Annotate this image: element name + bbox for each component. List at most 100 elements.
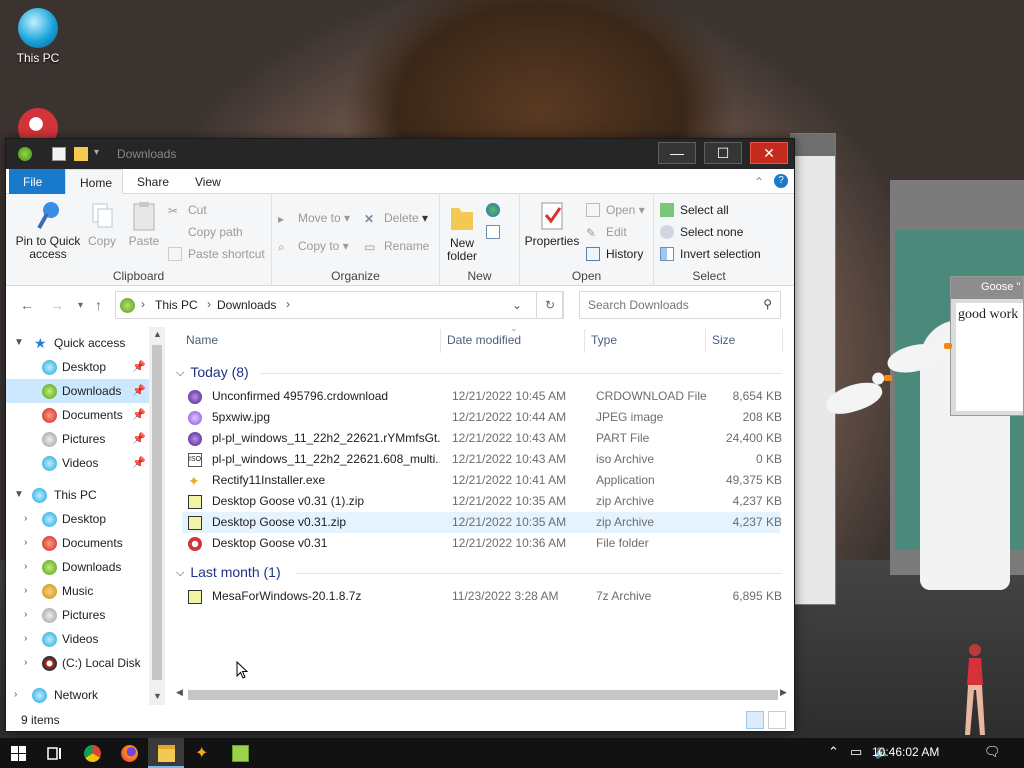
nav-pc-downloads[interactable]: › Downloads xyxy=(6,555,151,579)
new-item-button[interactable] xyxy=(486,202,512,220)
tab-home[interactable]: Home xyxy=(65,169,123,194)
taskbar-firefox[interactable] xyxy=(111,738,147,768)
edit-button[interactable]: ✎ Edit xyxy=(586,224,627,242)
column-separator[interactable] xyxy=(440,329,441,353)
nav-pc-pictures[interactable]: › Pictures xyxy=(6,603,151,627)
column-size[interactable]: Size xyxy=(712,333,735,353)
copy-path-button[interactable]: Copy path xyxy=(168,224,243,242)
nav-quick-downloads[interactable]: Downloads 📌 xyxy=(6,379,151,403)
breadcrumb-downloads[interactable]: Downloads xyxy=(217,298,276,312)
file-row[interactable]: Desktop Goose v0.31 (1).zip 12/21/2022 1… xyxy=(182,491,782,512)
group-header-today[interactable]: ⌵ Today (8) xyxy=(176,363,249,383)
pin-to-quick-access-button[interactable]: Pin to Quick access xyxy=(12,200,84,261)
forward-button[interactable]: → xyxy=(50,297,64,313)
file-row[interactable]: ✦ Rectify11Installer.exe 12/21/2022 10:4… xyxy=(182,470,782,491)
notifications-icon[interactable]: 🗨 xyxy=(984,744,1001,760)
address-dropdown-icon[interactable]: ⌄ xyxy=(512,298,522,312)
file-row[interactable]: pl-pl_windows_11_22h2_22621.rYMmfsGt... … xyxy=(182,428,782,449)
desktop-mate-figure[interactable] xyxy=(955,640,995,740)
address-bar[interactable]: › This PC › Downloads › ⌄ xyxy=(115,291,563,319)
rename-button[interactable]: ▭ Rename xyxy=(364,238,429,256)
nav-quick-documents[interactable]: Documents 📌 xyxy=(6,403,151,427)
properties-icon[interactable] xyxy=(52,147,66,161)
cut-button[interactable]: ✂ Cut xyxy=(168,202,207,220)
chevron-down-icon[interactable]: ▾ xyxy=(94,147,108,161)
taskbar-rectify-installer[interactable]: ✦ xyxy=(185,738,221,768)
collapse-ribbon-icon[interactable]: ⌃ xyxy=(754,175,764,189)
nav-pc-documents[interactable]: › Documents xyxy=(6,531,151,555)
copy-button[interactable]: Copy xyxy=(86,200,118,248)
open-button[interactable]: Open ▾ xyxy=(586,202,645,220)
large-icons-view-button[interactable] xyxy=(768,711,786,729)
help-icon[interactable]: ? xyxy=(774,174,788,188)
nav-pc-local-disk[interactable]: › (C:) Local Disk xyxy=(6,651,151,675)
nav-quick-desktop[interactable]: Desktop 📌 xyxy=(6,355,151,379)
back-button[interactable]: ← xyxy=(20,297,34,313)
taskbar-chrome[interactable] xyxy=(74,738,110,768)
nav-scrollbar-thumb[interactable] xyxy=(152,345,162,680)
details-view-button[interactable] xyxy=(746,711,764,729)
nav-quick-access[interactable]: ▼ ★ Quick access xyxy=(6,331,151,355)
column-separator[interactable] xyxy=(782,329,783,353)
history-button[interactable]: History xyxy=(586,246,643,264)
up-button[interactable]: ↑ xyxy=(95,297,102,313)
tab-view[interactable]: View xyxy=(181,169,235,194)
column-date-modified[interactable]: Date modified xyxy=(447,333,521,353)
horizontal-scrollbar[interactable]: ◀ ▶ xyxy=(176,687,788,703)
file-row[interactable]: MesaForWindows-20.1.8.7z 11/23/2022 3:28… xyxy=(182,586,782,607)
file-row[interactable]: 5pxwiw.jpg 12/21/2022 10:44 AM JPEG imag… xyxy=(182,407,782,428)
nav-quick-videos[interactable]: Videos 📌 xyxy=(6,451,151,475)
file-row[interactable]: Desktop Goose v0.31.zip 12/21/2022 10:35… xyxy=(182,512,782,533)
move-to-button[interactable]: ▸ Move to ▾ xyxy=(278,210,350,228)
taskbar-notepad[interactable] xyxy=(222,738,258,768)
group-header-last-month[interactable]: ⌵ Last month (1) xyxy=(176,563,281,583)
paste-button[interactable]: Paste xyxy=(126,200,162,248)
refresh-button[interactable]: ↻ xyxy=(536,291,564,319)
tab-share[interactable]: Share xyxy=(123,169,183,194)
title-bar[interactable]: ▾ Downloads — ☐ ✕ xyxy=(6,139,794,169)
nav-pc-desktop[interactable]: › Desktop xyxy=(6,507,151,531)
task-view-button[interactable] xyxy=(36,738,72,768)
paste-shortcut-button[interactable]: Paste shortcut xyxy=(168,246,265,264)
tab-file[interactable]: File xyxy=(9,169,65,194)
copy-to-button[interactable]: ⌕ Copy to ▾ xyxy=(278,238,349,256)
show-hidden-icons-icon[interactable]: ⌃ xyxy=(828,744,839,760)
start-button[interactable] xyxy=(0,738,36,768)
nav-pc-videos[interactable]: › Videos xyxy=(6,627,151,651)
file-row[interactable]: Unconfirmed 495796.crdownload 12/21/2022… xyxy=(182,386,782,407)
new-folder-icon[interactable] xyxy=(74,147,88,161)
nav-network[interactable]: › Network xyxy=(6,683,151,705)
network-tray-icon[interactable]: ▭ xyxy=(850,744,862,760)
column-separator[interactable] xyxy=(705,329,706,353)
breadcrumb-this-pc[interactable]: This PC xyxy=(155,298,198,312)
column-separator[interactable] xyxy=(584,329,585,353)
scroll-right-icon[interactable]: ▶ xyxy=(780,687,787,698)
nav-quick-pictures[interactable]: Pictures 📌 xyxy=(6,427,151,451)
column-name[interactable]: Name xyxy=(186,333,218,353)
horizontal-scrollbar-thumb[interactable] xyxy=(188,690,778,700)
taskbar-file-explorer[interactable] xyxy=(148,738,184,768)
column-type[interactable]: Type xyxy=(591,333,617,353)
file-row[interactable]: Desktop Goose v0.31 12/21/2022 10:36 AM … xyxy=(182,533,780,554)
scroll-left-icon[interactable]: ◀ xyxy=(176,687,183,698)
scroll-down-icon[interactable]: ▼ xyxy=(153,691,162,701)
clock[interactable]: 10:46:02 AM xyxy=(872,745,939,759)
goose-notepad-window[interactable]: Goose " good work xyxy=(950,276,1024,416)
search-input[interactable]: Search Downloads ⚲ xyxy=(579,291,781,319)
close-button[interactable]: ✕ xyxy=(750,142,788,164)
invert-selection-button[interactable]: Invert selection xyxy=(660,246,761,264)
select-none-button[interactable]: Select none xyxy=(660,224,743,242)
minimize-button[interactable]: — xyxy=(658,142,696,164)
select-all-button[interactable]: Select all xyxy=(660,202,729,220)
properties-button[interactable]: Properties xyxy=(524,200,580,248)
maximize-button[interactable]: ☐ xyxy=(704,142,742,164)
new-folder-button[interactable]: New folder xyxy=(444,202,480,263)
nav-this-pc[interactable]: ▼ This PC xyxy=(6,483,151,507)
delete-button[interactable]: ✕ Delete ▾ xyxy=(364,210,428,228)
nav-pc-music[interactable]: › Music xyxy=(6,579,151,603)
easy-access-button[interactable] xyxy=(486,224,512,242)
desktop-icon-this-pc[interactable]: This PC xyxy=(3,8,73,65)
background-window[interactable] xyxy=(790,133,836,605)
file-row[interactable]: ISO pl-pl_windows_11_22h2_22621.608_mult… xyxy=(182,449,782,470)
scroll-up-icon[interactable]: ▲ xyxy=(153,329,162,339)
